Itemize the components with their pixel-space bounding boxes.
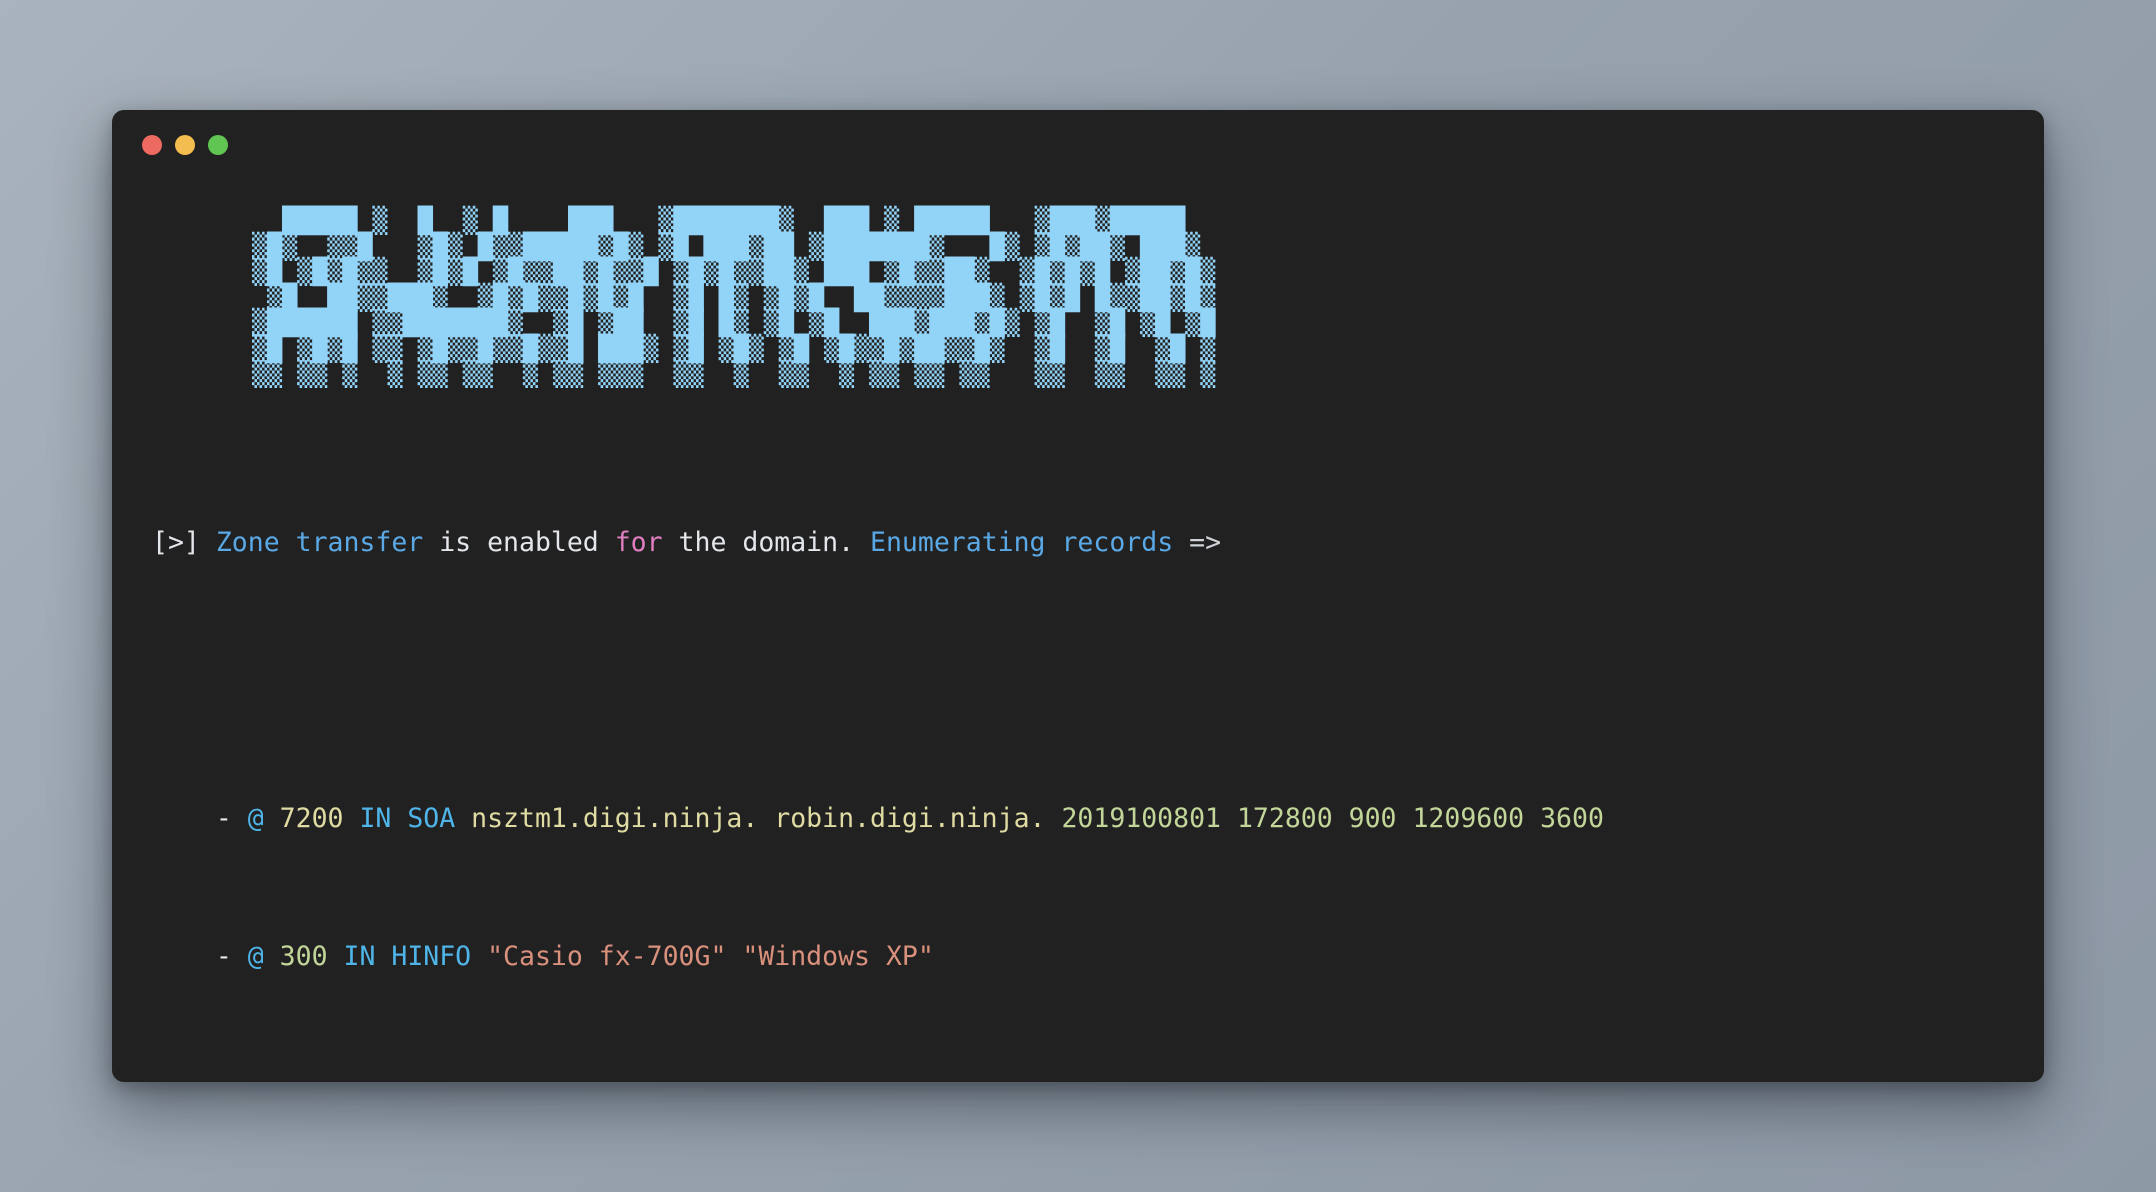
zone-transfer-mid1: is enabled <box>423 527 615 558</box>
dns-record-row: - @ 7200 IN SOA nsztm1.digi.ninja. robin… <box>152 802 2004 837</box>
close-window-button[interactable] <box>142 135 162 155</box>
arrow-1: => <box>1173 527 1222 558</box>
maximize-window-button[interactable] <box>208 135 228 155</box>
dns-record-row: - @ 301 IN TXT "google-site-verification… <box>152 1078 2004 1082</box>
record-value: "google-site-verification=tyP28J7JAUHA9f… <box>455 1079 1572 1082</box>
record-bullet: - <box>216 1079 248 1082</box>
record-bullet: - <box>215 803 248 834</box>
subtag-ascii-logo: █████ ▒ █ ▒ █ ███ ▒███████▒ ███ ▒ █████ … <box>252 206 1216 388</box>
dns-record-row: - @ 300 IN HINFO "Casio fx-700G" "Window… <box>152 940 2004 975</box>
record-value: "Casio fx-700G" "Windows XP" <box>487 941 934 972</box>
console-output: [>] Zone transfer is enabled for the dom… <box>152 423 2004 1082</box>
record-numbers: 2019100801 172800 900 1209600 3600 <box>1045 803 1604 834</box>
desktop-background: █████ ▒ █ ▒ █ ███ ▒███████▒ ███ ▒ █████ … <box>0 0 2156 1192</box>
record-type: IN TXT <box>328 1079 456 1082</box>
record-ttl: 301 <box>280 1079 328 1082</box>
prompt-prefix: [>] <box>152 527 200 558</box>
enumerating-records-label: Enumerating records <box>870 527 1174 558</box>
minimize-window-button[interactable] <box>175 135 195 155</box>
terminal-output-area[interactable]: █████ ▒ █ ▒ █ ███ ▒███████▒ ███ ▒ █████ … <box>112 208 2044 1082</box>
record-at: @ <box>248 1079 280 1082</box>
zone-transfer-line: [>] Zone transfer is enabled for the dom… <box>152 526 2004 561</box>
window-controls <box>142 135 228 155</box>
record-type: IN SOA <box>343 803 472 834</box>
keyword-for-1: for <box>614 527 663 558</box>
zone-transfer-mid2: the domain. <box>662 527 871 558</box>
space-1 <box>200 527 216 558</box>
record-at: @ <box>247 941 280 972</box>
record-type: IN HINFO <box>327 941 488 972</box>
terminal-window: █████ ▒ █ ▒ █ ███ ▒███████▒ ███ ▒ █████ … <box>112 110 2044 1082</box>
record-value: nsztm1.digi.ninja. robin.digi.ninja. <box>471 803 1046 834</box>
record-bullet: - <box>215 941 248 972</box>
terminal-titlebar[interactable] <box>112 110 2044 180</box>
zone-transfer-label: Zone transfer <box>215 527 424 558</box>
record-ttl: 7200 <box>279 803 344 834</box>
record-at: @ <box>247 803 280 834</box>
record-ttl: 300 <box>279 941 328 972</box>
